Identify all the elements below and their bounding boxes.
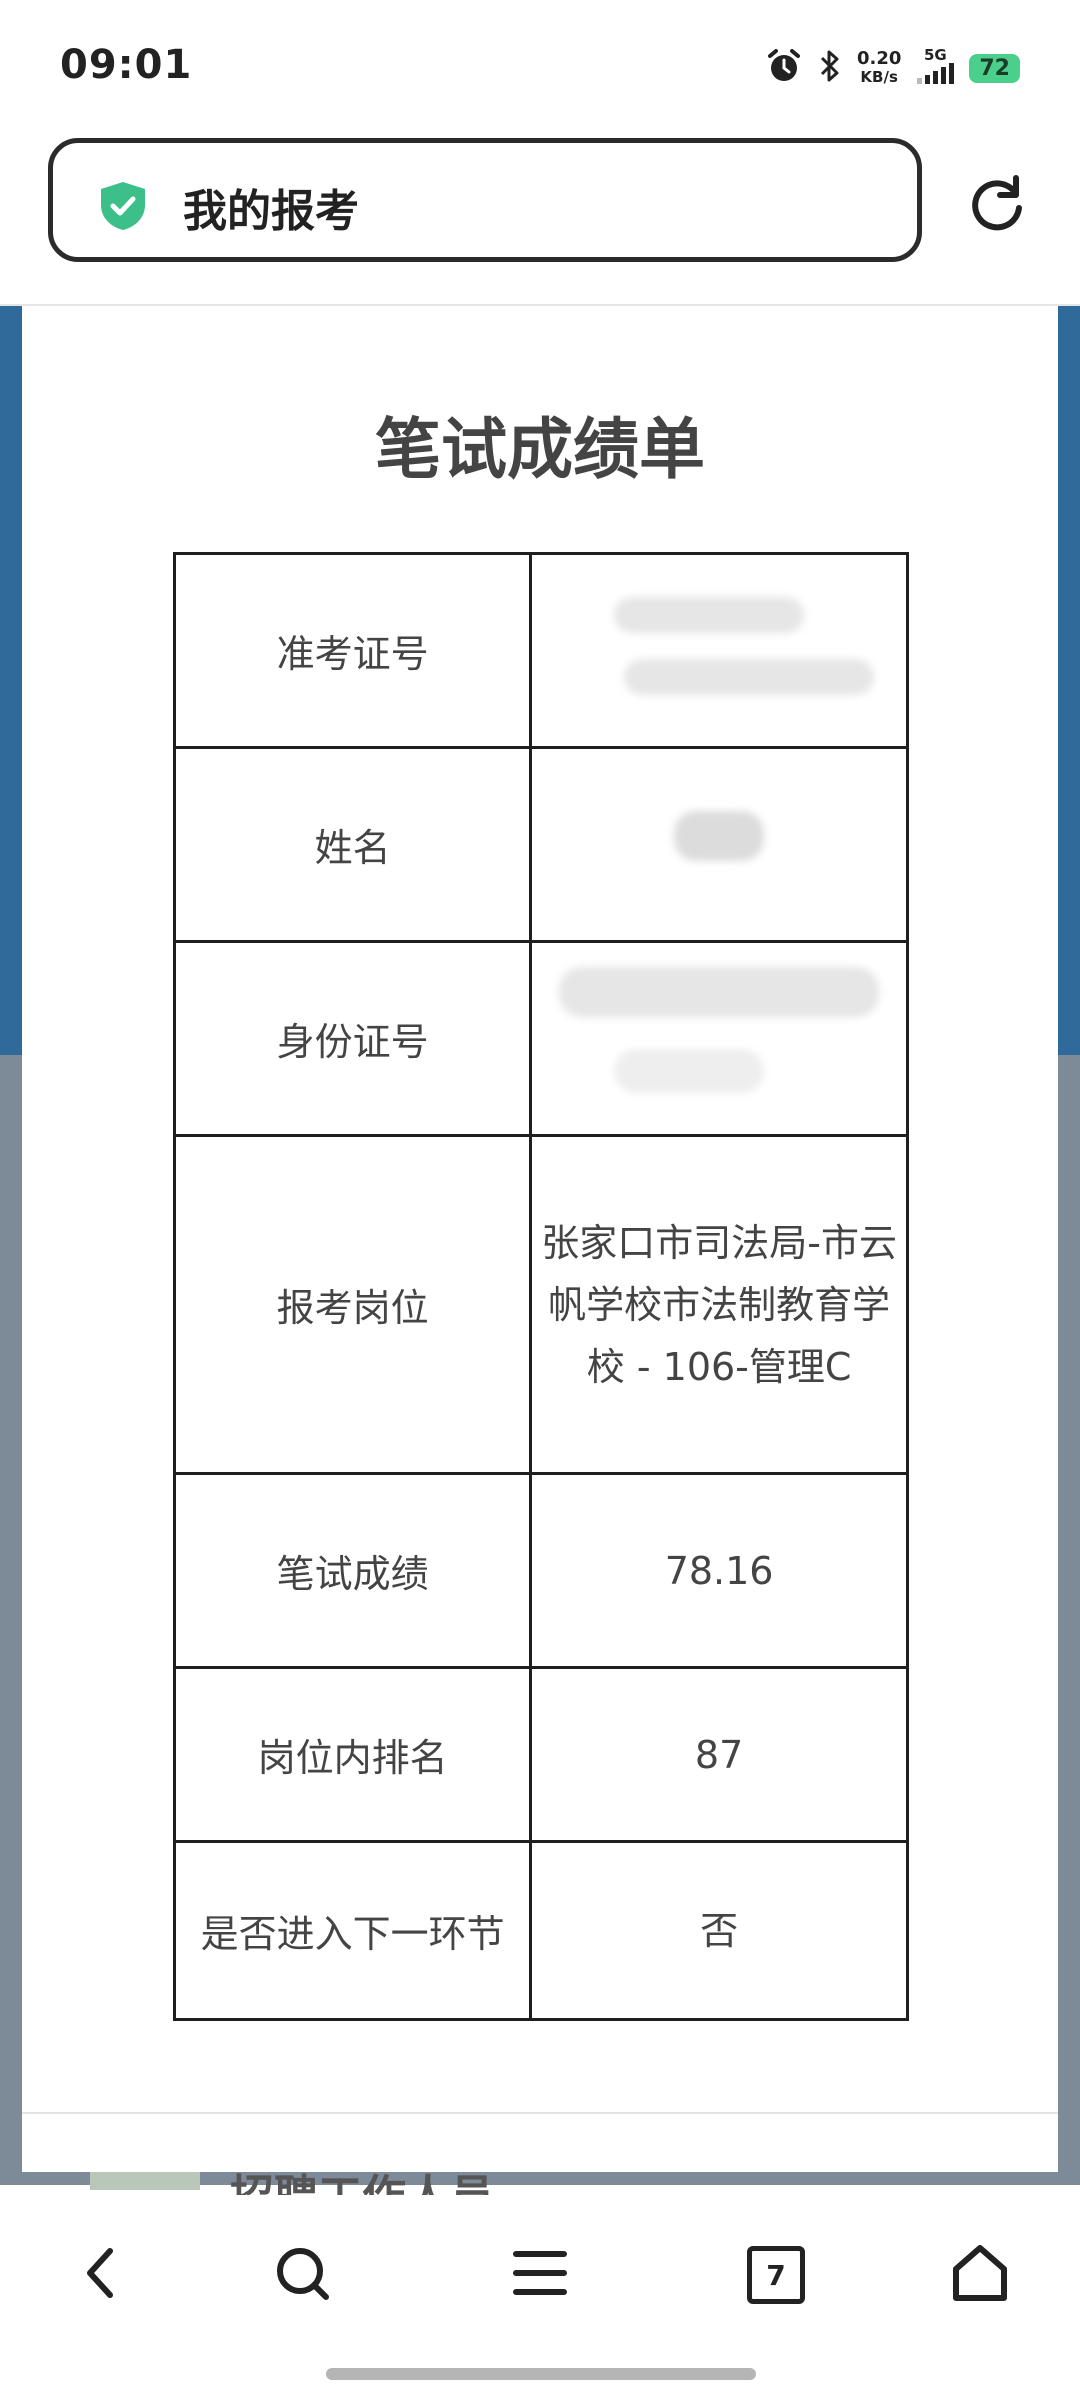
- table-row: 岗位内排名 87: [172, 1666, 909, 1843]
- shield-check-icon: [98, 180, 148, 232]
- status-bar: 09:01 0.20 KB/s 5G 72: [0, 0, 1080, 120]
- menu-icon: [512, 2248, 568, 2302]
- page-title: 笔试成绩单: [375, 411, 705, 488]
- row-label: 笔试成绩: [172, 1472, 533, 1669]
- signal-icon: [915, 63, 955, 89]
- row-label: 姓名: [172, 746, 533, 943]
- back-button[interactable]: [60, 2235, 140, 2315]
- row-value: 否: [529, 1840, 909, 2021]
- bluetooth-icon: [817, 48, 843, 88]
- battery-indicator: 72: [969, 53, 1020, 83]
- tab-count: 7: [766, 2258, 786, 2292]
- address-title: 我的报考: [183, 186, 359, 237]
- signal-indicator: 5G: [915, 47, 955, 89]
- row-label: 报考岗位: [172, 1134, 533, 1475]
- row-label: 是否进入下一环节: [172, 1840, 533, 2021]
- table-row: 身份证号: [172, 940, 909, 1137]
- row-label: 准考证号: [172, 552, 533, 749]
- refresh-button[interactable]: [966, 172, 1028, 234]
- redacted-value: [529, 940, 909, 1137]
- card-divider: [22, 2112, 1058, 2114]
- search-icon: [272, 2243, 332, 2307]
- net-speed-value: 0.20: [856, 48, 902, 69]
- row-value: 87: [529, 1666, 909, 1843]
- row-value: 78.16: [529, 1472, 909, 1669]
- row-label: 岗位内排名: [172, 1666, 533, 1843]
- menu-button[interactable]: [500, 2235, 580, 2315]
- score-card: 笔试成绩单 准考证号 姓名 身份证号 报考岗位 张家口市司法局-市云帆学校市法制…: [22, 306, 1058, 2172]
- net-speed: 0.20 KB/s: [856, 48, 902, 87]
- home-icon: [950, 2243, 1010, 2307]
- underlying-thumbnail: [90, 2172, 200, 2190]
- table-row: 报考岗位 张家口市司法局-市云帆学校市法制教育学校 - 106-管理C: [172, 1134, 909, 1475]
- address-bar[interactable]: 我的报考: [48, 138, 922, 262]
- table-row: 准考证号: [172, 552, 909, 749]
- redacted-value: [529, 552, 909, 749]
- table-row: 笔试成绩 78.16: [172, 1472, 909, 1669]
- table-row: 姓名: [172, 746, 909, 943]
- redacted-value: [529, 746, 909, 943]
- score-table: 准考证号 姓名 身份证号 报考岗位 张家口市司法局-市云帆学校市法制教育学校 -…: [172, 552, 909, 2021]
- network-type: 5G: [924, 46, 947, 64]
- row-value: 张家口市司法局-市云帆学校市法制教育学校 - 106-管理C: [529, 1134, 909, 1475]
- back-icon: [80, 2245, 120, 2305]
- refresh-icon: [966, 175, 1028, 238]
- status-time: 09:01: [60, 42, 193, 88]
- home-indicator[interactable]: [326, 2368, 756, 2380]
- table-row: 是否进入下一环节 否: [172, 1840, 909, 2021]
- status-icons: 0.20 KB/s 5G 72: [765, 44, 1020, 92]
- tabs-icon: 7: [747, 2246, 805, 2304]
- tabs-button[interactable]: 7: [736, 2235, 816, 2315]
- search-button[interactable]: [262, 2235, 342, 2315]
- net-speed-unit: KB/s: [860, 68, 898, 86]
- row-label: 身份证号: [172, 940, 533, 1137]
- alarm-icon: [765, 47, 803, 89]
- home-button[interactable]: [940, 2235, 1020, 2315]
